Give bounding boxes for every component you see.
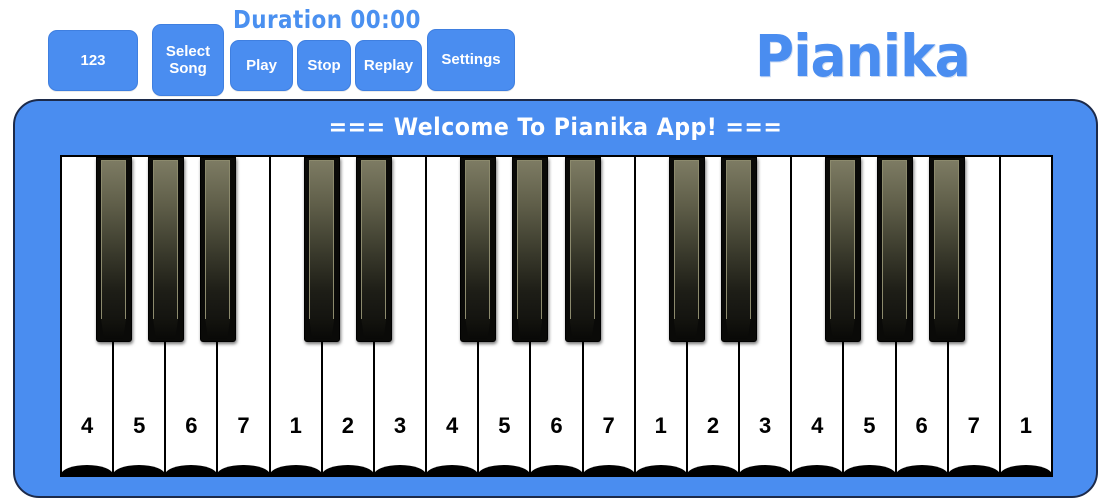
white-key-label: 3 — [393, 413, 407, 438]
white-key-label: 6 — [550, 413, 563, 438]
white-key-label: 7 — [237, 413, 250, 438]
black-key[interactable] — [460, 157, 497, 342]
white-key-label: 4 — [446, 413, 459, 438]
pianika-app-window: Duration 00:00 123 Select Song Play Stop… — [0, 0, 1111, 500]
replay-button[interactable]: Replay — [355, 40, 422, 91]
white-key-label: 5 — [498, 413, 511, 438]
white-key-label: 7 — [967, 413, 980, 438]
white-key-label: 6 — [185, 413, 198, 438]
black-key[interactable] — [512, 157, 549, 342]
black-key[interactable] — [720, 157, 757, 342]
white-key-label: 2 — [706, 413, 720, 438]
white-key-label: 2 — [341, 413, 354, 438]
duration-display: Duration 00:00 — [233, 5, 421, 34]
keyboard-panel: === Welcome To Pianika App! === 45671234… — [13, 99, 1098, 498]
black-key[interactable] — [928, 157, 965, 342]
black-key[interactable] — [200, 157, 237, 342]
white-key-label: 5 — [863, 413, 876, 438]
black-key[interactable] — [824, 157, 861, 342]
white-key-label: 1 — [289, 413, 302, 438]
white-key-label: 1 — [1019, 413, 1033, 438]
white-key[interactable]: 1 — [999, 157, 1053, 475]
top-toolbar: Duration 00:00 123 Select Song Play Stop… — [0, 0, 1111, 99]
stop-button[interactable]: Stop — [297, 40, 351, 91]
white-key-label: 4 — [80, 413, 94, 438]
play-button[interactable]: Play — [230, 40, 293, 91]
app-title-logo: Pianika — [755, 22, 971, 90]
white-key-label: 5 — [133, 413, 146, 438]
piano-keyboard: 4 5 6 7 1 2 3 4 5 6 7 1 2 3 4 5 6 7 1 — [60, 155, 1053, 477]
select-song-button[interactable]: Select Song — [152, 24, 224, 96]
black-key[interactable] — [356, 157, 393, 342]
white-key-label: 6 — [915, 413, 928, 438]
welcome-banner: === Welcome To Pianika App! === — [328, 113, 783, 141]
black-key[interactable] — [304, 157, 341, 342]
settings-button[interactable]: Settings — [427, 29, 515, 91]
white-key-label: 7 — [602, 413, 615, 438]
white-key-label: 4 — [811, 413, 824, 438]
black-key[interactable] — [96, 157, 133, 342]
white-key-label: 1 — [654, 413, 667, 438]
numbers-button[interactable]: 123 — [48, 30, 138, 91]
white-key-label: 3 — [758, 413, 772, 438]
black-key[interactable] — [564, 157, 601, 342]
black-key[interactable] — [148, 157, 185, 342]
black-key[interactable] — [668, 157, 705, 342]
black-key[interactable] — [876, 157, 913, 342]
